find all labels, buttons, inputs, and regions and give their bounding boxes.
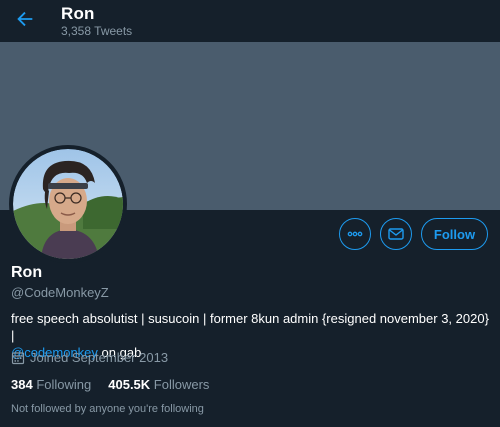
followers-count: 405.5K — [108, 377, 151, 392]
joined-date: Joined September 2013 — [11, 350, 168, 365]
top-bar-name: Ron — [61, 4, 95, 23]
more-options-icon — [347, 231, 363, 237]
profile-handle: @CodeMonkeyZ — [11, 285, 109, 300]
following-label: Following — [36, 377, 92, 392]
not-followed-notice: Not followed by anyone you're following — [11, 403, 204, 415]
avatar[interactable] — [9, 145, 127, 263]
top-bar: Ron 3,358 Tweets — [0, 0, 500, 42]
tweet-count: 3,358 Tweets — [61, 24, 133, 38]
following-count: 384 — [11, 377, 33, 392]
profile-stats: 384 Following 405.5K Followers — [11, 377, 226, 392]
follow-button[interactable]: Follow — [421, 218, 488, 250]
back-arrow-icon[interactable] — [14, 8, 36, 30]
envelope-icon — [388, 228, 404, 240]
avatar-image — [13, 149, 123, 259]
bio-text: free speech absolutist | susucoin | form… — [11, 311, 489, 343]
following-stat[interactable]: 384 Following — [11, 377, 91, 392]
joined-text: Joined September 2013 — [30, 350, 169, 365]
followers-stat[interactable]: 405.5K Followers — [108, 377, 209, 392]
profile-name: Ron — [11, 264, 43, 281]
message-button[interactable] — [380, 218, 412, 250]
followers-label: Followers — [153, 377, 210, 392]
more-options-button[interactable] — [339, 218, 371, 250]
calendar-icon — [11, 351, 25, 364]
